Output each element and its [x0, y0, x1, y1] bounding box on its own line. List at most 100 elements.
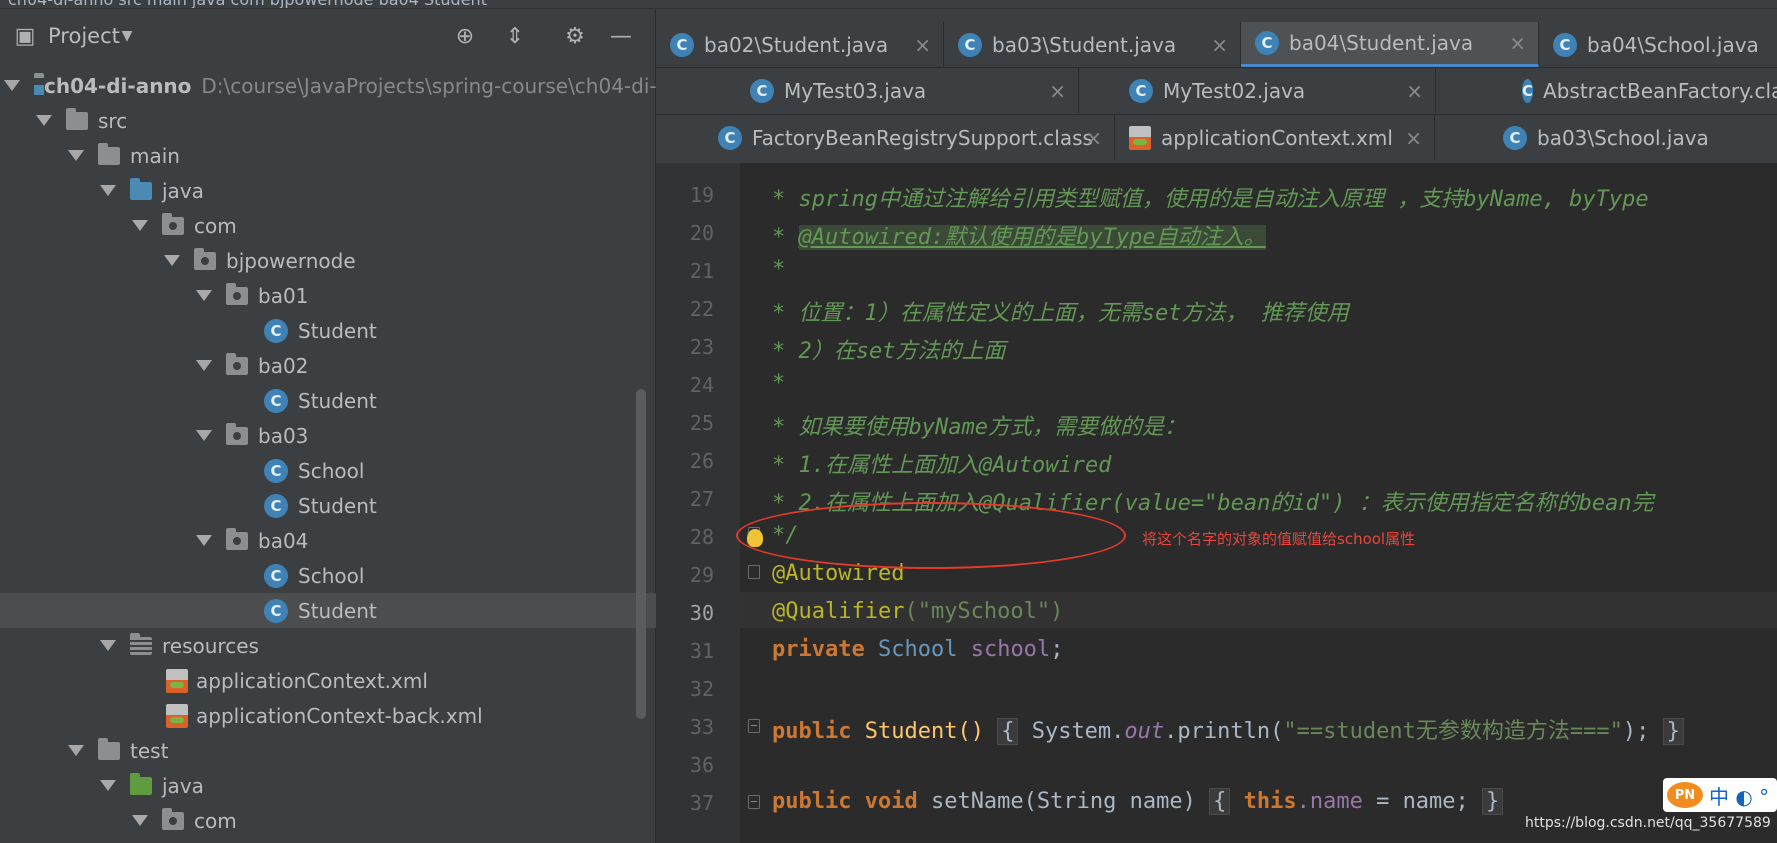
close-icon[interactable]: ×	[1405, 126, 1422, 150]
close-icon[interactable]: ×	[1085, 126, 1102, 150]
tab-mytest03[interactable]: C MyTest03.java ×	[736, 68, 1079, 113]
tree-item-java[interactable]: java	[0, 173, 740, 208]
tab-factorybeanregistrysupport[interactable]: C FactoryBeanRegistrySupport.class ×	[704, 115, 1115, 160]
code-line: * @Autowired:默认使用的是byType自动注入。	[772, 225, 1266, 250]
test-class-icon: C	[1129, 78, 1153, 103]
project-panel-title[interactable]: Project	[48, 24, 120, 48]
code-line: @Qualifier("mySchool")	[772, 599, 1064, 624]
resources-folder-icon	[130, 632, 152, 655]
tree-item-module[interactable]: ch04-di-anno D:\course\JavaProjects\spri…	[0, 68, 657, 103]
test-class-icon: C	[750, 78, 774, 103]
line-number: 30	[689, 601, 714, 625]
tree-item-src[interactable]: src	[0, 103, 676, 138]
spring-xml-icon	[1129, 125, 1151, 150]
expand-arrow-icon[interactable]	[100, 640, 116, 651]
close-icon[interactable]: ×	[1509, 31, 1526, 55]
tab-ba02-student[interactable]: C ba02\Student.java ×	[656, 22, 944, 67]
ime-toolbar[interactable]: PN 中 ◐ °	[1663, 778, 1777, 812]
annotation-note: 将这个名字的对象的值赋值给school属性	[1142, 530, 1416, 548]
class-icon: C	[264, 598, 288, 623]
code-line: public Student() { System.out.println("=…	[772, 713, 1684, 745]
gear-icon[interactable]: ⚙	[560, 21, 590, 51]
class-icon: C	[264, 493, 288, 518]
line-number: 28	[689, 525, 714, 549]
javadoc-tag: @Autowired:默认使用的是byType自动注入。	[798, 225, 1266, 250]
minimize-icon[interactable]: —	[606, 21, 636, 51]
tab-abstractbeanfactory[interactable]: C AbstractBeanFactory.class	[1436, 68, 1777, 113]
code-line: * spring中通过注解给引用类型赋值，使用的是自动注入原理 ，支持byNam…	[772, 187, 1649, 212]
line-number: 20	[689, 221, 714, 245]
class-icon: C	[264, 458, 288, 483]
code-line: * 位置：1）在属性定义的上面，无需set方法， 推荐使用	[772, 301, 1349, 326]
expand-arrow-icon[interactable]	[68, 150, 84, 161]
code-editor[interactable]: 19 20 21 22 23 24 25 26 27 28 29 30 31 3…	[656, 163, 1777, 843]
tab-applicationcontext-xml[interactable]: applicationContext.xml ×	[1115, 115, 1435, 160]
locate-icon[interactable]: ⊕	[450, 21, 480, 51]
class-icon: C	[1553, 32, 1577, 57]
folder-icon	[98, 142, 120, 165]
expand-arrow-icon[interactable]	[68, 745, 84, 756]
class-icon: C	[1255, 31, 1279, 55]
expand-arrow-icon[interactable]	[196, 430, 212, 441]
line-number: 31	[689, 639, 714, 663]
fold-expand-icon[interactable]	[748, 795, 760, 809]
class-icon: C	[264, 563, 288, 588]
expand-arrow-icon[interactable]	[196, 535, 212, 546]
project-panel: ▣ Project ▼ ⊕ ⇕ ⚙ — ch04-di-anno D:\cour…	[0, 9, 904, 843]
expand-arrow-icon[interactable]	[196, 360, 212, 371]
tree-item-test[interactable]: test	[0, 733, 708, 768]
project-view-icon[interactable]: ▣	[10, 21, 40, 51]
project-scrollbar[interactable]	[636, 389, 646, 719]
close-icon[interactable]: ×	[914, 33, 931, 57]
line-number: 24	[689, 373, 714, 397]
package-icon	[226, 527, 248, 550]
package-icon	[226, 422, 248, 445]
tab-ba03-school[interactable]: C ba03\School.java	[1435, 115, 1777, 160]
project-panel-header: ▣ Project ▼ ⊕ ⇕ ⚙ —	[0, 21, 655, 51]
expand-arrow-icon[interactable]	[100, 185, 116, 196]
breadcrumb-bar: ch04-di-anno src main java com bjpowerno…	[0, 0, 1777, 9]
expand-arrow-icon[interactable]	[4, 80, 20, 91]
source-folder-icon	[130, 177, 152, 200]
test-folder-icon	[130, 772, 152, 795]
highlight-oval	[736, 502, 1126, 569]
close-icon[interactable]: ×	[1211, 33, 1228, 57]
spring-xml-icon	[166, 703, 188, 728]
expand-arrow-icon[interactable]	[100, 780, 116, 791]
fold-marker-icon[interactable]	[748, 565, 760, 579]
tab-ba03-student[interactable]: C ba03\Student.java ×	[944, 22, 1241, 67]
collapse-all-icon[interactable]: ⇕	[500, 21, 530, 51]
expand-arrow-icon[interactable]	[164, 255, 180, 266]
folder-icon	[98, 737, 120, 760]
package-icon	[226, 352, 248, 375]
code-line: * 2）在set方法的上面	[772, 339, 1006, 364]
close-icon[interactable]: ×	[1406, 79, 1423, 103]
tree-item-main[interactable]: main	[0, 138, 708, 173]
code-line: private School school;	[772, 637, 1064, 662]
chevron-down-icon[interactable]: ▼	[112, 21, 142, 51]
spring-xml-icon	[166, 668, 188, 693]
tab-ba04-school[interactable]: C ba04\School.java	[1539, 22, 1777, 67]
tree-item-test-java[interactable]: java	[0, 768, 740, 803]
package-icon	[162, 212, 184, 235]
line-number: 37	[689, 791, 714, 815]
line-number: 36	[689, 753, 714, 777]
class-icon: C	[264, 318, 288, 343]
line-number: 19	[689, 183, 714, 207]
line-number: 32	[689, 677, 714, 701]
watermark: https://blog.csdn.net/qq_35677589	[1525, 815, 1771, 831]
ime-logo-icon: PN	[1667, 782, 1703, 808]
tree-item-resources[interactable]: resources	[0, 628, 740, 663]
expand-arrow-icon[interactable]	[132, 815, 148, 826]
expand-arrow-icon[interactable]	[132, 220, 148, 231]
package-icon	[162, 807, 184, 830]
expand-arrow-icon[interactable]	[196, 290, 212, 301]
package-icon	[226, 282, 248, 305]
fold-expand-icon[interactable]	[748, 719, 760, 733]
expand-arrow-icon[interactable]	[36, 115, 52, 126]
tab-ba04-student[interactable]: C ba04\Student.java ×	[1241, 22, 1539, 67]
class-file-icon: C	[718, 125, 742, 150]
tab-mytest02[interactable]: C MyTest02.java ×	[1079, 68, 1436, 113]
close-icon[interactable]: ×	[1049, 79, 1066, 103]
line-number: 27	[689, 487, 714, 511]
